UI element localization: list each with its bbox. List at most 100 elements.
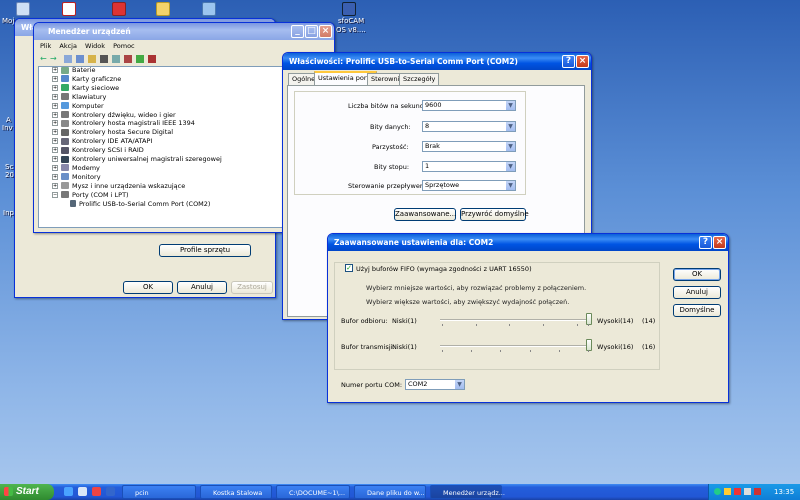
tree-item[interactable]: + Karty graficzne	[52, 75, 121, 84]
quicklaunch-icon-1[interactable]	[64, 487, 73, 496]
tree-item[interactable]: + Kontrolery SCSI i RAID	[52, 146, 144, 155]
tree-item[interactable]: + Monitory	[52, 173, 101, 182]
expand-icon[interactable]: +	[52, 156, 58, 162]
tray-icon-1[interactable]	[714, 488, 721, 495]
chevron-down-icon: ▼	[455, 380, 464, 389]
tree-item[interactable]: + Karty sieciowe	[52, 84, 119, 93]
ok-button[interactable]: OK	[123, 281, 173, 294]
quicklaunch-icon-2[interactable]	[78, 487, 87, 496]
close-button[interactable]: ×	[576, 55, 589, 68]
my-computer-icon[interactable]	[16, 2, 30, 16]
expand-icon[interactable]: +	[52, 84, 58, 91]
toolbar-icon-7[interactable]	[136, 55, 144, 63]
tree-item[interactable]: + Kontrolery hosta magistrali IEEE 1394	[52, 119, 195, 128]
menu-file[interactable]: Plik	[40, 42, 51, 50]
maximize-button[interactable]: □	[305, 25, 318, 38]
quicklaunch-icon-4[interactable]	[106, 487, 115, 496]
tx-slider-thumb[interactable]	[586, 339, 592, 351]
expand-icon[interactable]: +	[52, 67, 58, 73]
expand-icon[interactable]: +	[52, 138, 58, 145]
tx-slider-track[interactable]	[440, 345, 590, 347]
chevron-down-icon: ▼	[506, 122, 515, 131]
task-item-1[interactable]: Kostka Stalowa	[200, 485, 272, 499]
flowcontrol-select[interactable]: Sprzętowe ▼	[422, 180, 516, 191]
hardware-profiles-button[interactable]: Profile sprzętu	[159, 244, 251, 257]
toolbar-icon-4[interactable]	[100, 55, 108, 63]
collapse-icon[interactable]: −	[52, 191, 58, 198]
tree-item[interactable]: + Komputer	[52, 102, 104, 111]
expand-icon[interactable]: +	[52, 93, 58, 100]
task-item-4[interactable]: Menedżer urządz...	[430, 485, 505, 499]
expand-icon[interactable]: +	[52, 173, 58, 180]
expand-icon[interactable]: +	[52, 129, 58, 136]
start-button[interactable]: Start	[0, 484, 54, 500]
menu-action[interactable]: Akcja	[59, 42, 77, 50]
close-button[interactable]: ×	[713, 236, 726, 249]
task-item-3[interactable]: Dane pliku do w...	[354, 485, 426, 499]
pdf-icon[interactable]	[62, 2, 76, 16]
shortcut-icon[interactable]	[202, 2, 216, 16]
tray-icon-4[interactable]	[744, 488, 751, 495]
recorder-icon[interactable]	[342, 2, 356, 16]
toolbar-icon-2[interactable]	[76, 55, 84, 63]
clock[interactable]: 13:35	[774, 488, 794, 496]
help-button[interactable]: ?	[699, 236, 712, 249]
expand-icon[interactable]: +	[52, 102, 58, 109]
menu-view[interactable]: Widok	[85, 42, 105, 50]
expand-icon[interactable]: +	[52, 147, 58, 154]
fifo-checkbox[interactable]: ✓	[345, 264, 353, 272]
tree-item-label: Karty graficzne	[72, 74, 122, 83]
device-category-icon	[61, 146, 69, 154]
advanced-button[interactable]: Zaawansowane...	[394, 208, 456, 221]
tree-item[interactable]: + Kontrolery dźwięku, wideo i gier	[52, 111, 176, 120]
help-button[interactable]: ?	[562, 55, 575, 68]
tray-icon-2[interactable]	[724, 488, 731, 495]
toolbar-icon-3[interactable]	[88, 55, 96, 63]
cancel-button[interactable]: Anuluj	[673, 286, 721, 299]
rx-slider-track[interactable]	[440, 319, 590, 321]
toolbar-icon-6[interactable]	[124, 55, 132, 63]
tray-icon-5[interactable]	[754, 488, 761, 495]
expand-icon[interactable]: +	[52, 182, 58, 189]
menu-help[interactable]: Pomoc	[113, 42, 135, 50]
tree-item[interactable]: + Mysz i inne urządzenia wskazujące	[52, 182, 185, 191]
rx-slider-thumb[interactable]	[586, 313, 592, 325]
quicklaunch-icon-3[interactable]	[92, 487, 101, 496]
toolbar-icon-5[interactable]	[112, 55, 120, 63]
toolbar-icon-8[interactable]	[148, 55, 156, 63]
databits-select[interactable]: 8 ▼	[422, 121, 516, 132]
minimize-button[interactable]: _	[291, 25, 304, 38]
windows-logo-icon	[4, 487, 13, 496]
expand-icon[interactable]: +	[52, 111, 58, 118]
app-icon[interactable]	[112, 2, 126, 16]
com-select[interactable]: COM2 ▼	[405, 379, 465, 390]
expand-icon[interactable]: +	[52, 120, 58, 127]
forward-icon[interactable]: →	[50, 54, 57, 63]
tree-item[interactable]: + Kontrolery IDE ATA/ATAPI	[52, 137, 152, 146]
tree-item[interactable]: + Kontrolery hosta Secure Digital	[52, 128, 173, 137]
expand-icon[interactable]: +	[52, 164, 58, 171]
tree-item[interactable]: + Klawiatury	[52, 93, 106, 102]
stopbits-select[interactable]: 1 ▼	[422, 161, 516, 172]
back-icon[interactable]: ←	[40, 54, 47, 63]
tree-item-child[interactable]: Prolific USB-to-Serial Comm Port (COM2)	[70, 200, 210, 209]
parity-select[interactable]: Brak ▼	[422, 141, 516, 152]
defaults-button[interactable]: Domyślne	[673, 304, 721, 317]
tree-item[interactable]: − Porty (COM i LPT)	[52, 191, 129, 200]
folder-icon[interactable]	[156, 2, 170, 16]
tree-item[interactable]: + Baterie	[52, 66, 95, 75]
tray-icon-3[interactable]	[734, 488, 741, 495]
baud-select[interactable]: 9600 ▼	[422, 100, 516, 111]
tab-details[interactable]: Szczegóły	[399, 73, 440, 85]
toolbar-icon-1[interactable]	[64, 55, 72, 63]
task-item-0[interactable]: pcin	[122, 485, 196, 499]
ok-button[interactable]: OK	[673, 268, 721, 281]
task-item-2[interactable]: C:\DOCUME~1\...	[276, 485, 350, 499]
restore-defaults-button[interactable]: Przywróć domyślne	[460, 208, 529, 221]
close-button[interactable]: ×	[319, 25, 332, 38]
dialog-title: Właściwości: Prolific USB-to-Serial Comm…	[289, 57, 518, 66]
tree-item[interactable]: + Kontrolery uniwersalnej magistrali szer…	[52, 155, 222, 164]
expand-icon[interactable]: +	[52, 75, 58, 82]
tree-item[interactable]: + Modemy	[52, 164, 100, 173]
cancel-button[interactable]: Anuluj	[177, 281, 227, 294]
